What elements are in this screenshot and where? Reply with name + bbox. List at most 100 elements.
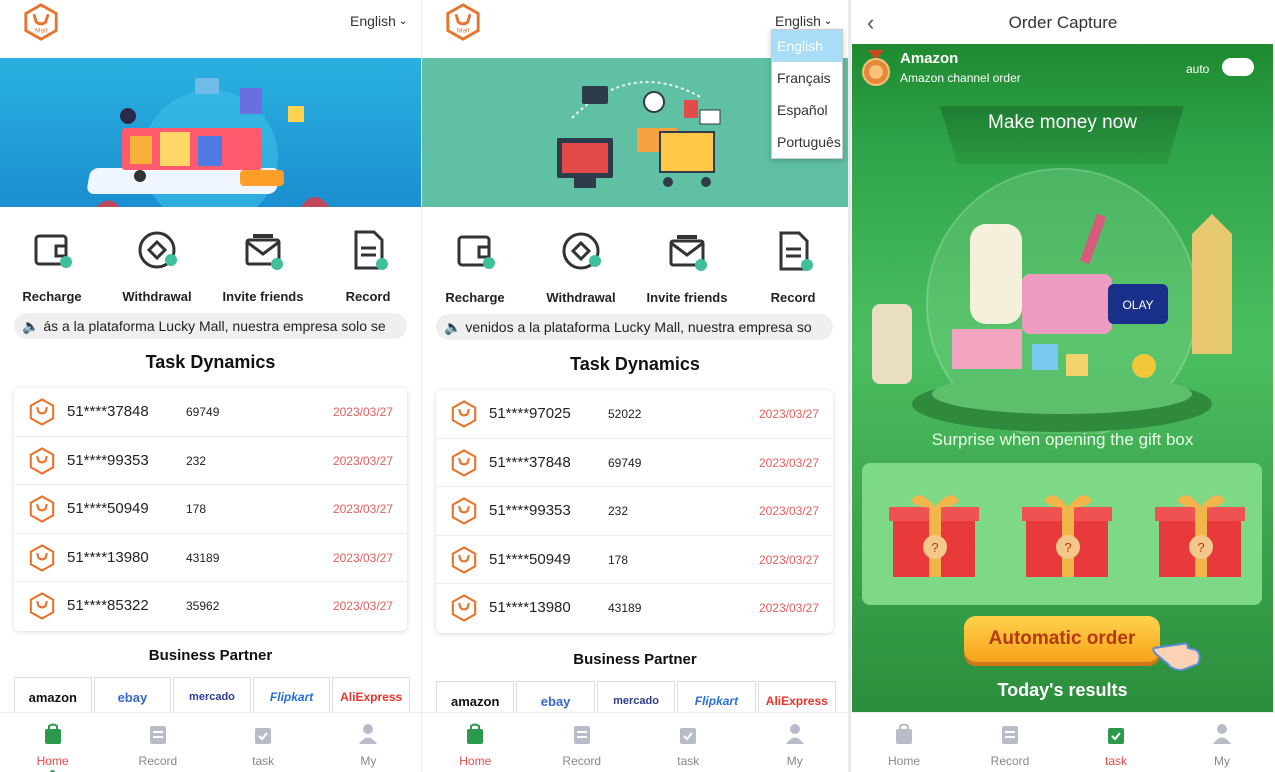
- language-option-french[interactable]: Français: [772, 62, 842, 94]
- tab-label: My: [1214, 754, 1230, 768]
- tab-record[interactable]: Record: [105, 713, 210, 772]
- lucky-mall-logo: Mall: [446, 3, 480, 41]
- svg-text:?: ?: [1064, 540, 1071, 555]
- business-partner-title: Business Partner: [148, 647, 273, 664]
- svg-text:Mall: Mall: [35, 27, 48, 34]
- task-amount: 43189: [186, 550, 220, 565]
- tab-task[interactable]: task: [211, 713, 316, 772]
- invite-friends-button[interactable]: Invite friends: [213, 228, 313, 304]
- withdrawal-button[interactable]: Withdrawal: [531, 229, 631, 305]
- tab-label: My: [360, 754, 377, 768]
- tab-home[interactable]: Home: [0, 713, 105, 772]
- marquee-text: ás a la plataforma Lucky Mall, nuestra e…: [43, 318, 386, 334]
- screen-home-1: Mall English ⌄ Recharge Withdrawal Invit…: [0, 0, 421, 772]
- tab-task[interactable]: task: [1063, 713, 1169, 772]
- home-bag-icon: [467, 723, 484, 744]
- task-check-icon: [1108, 728, 1124, 744]
- lucky-mall-logo: [451, 448, 477, 477]
- svg-text:?: ?: [1197, 540, 1204, 555]
- action-label: Record: [345, 289, 391, 304]
- chevron-down-icon: ⌄: [398, 15, 408, 27]
- nav-bar: ‹ Order Capture: [851, 0, 1275, 44]
- task-amount: 178: [186, 502, 207, 517]
- recharge-button[interactable]: Recharge: [425, 229, 525, 305]
- screen-order-capture: ‹ Order Capture Amazon Amazon channel or…: [851, 0, 1275, 772]
- tab-record[interactable]: Record: [529, 713, 636, 772]
- lucky-mall-logo: [29, 398, 55, 426]
- auto-toggle[interactable]: [1222, 58, 1254, 76]
- task-date: 2023/03/27: [332, 405, 393, 419]
- tab-label: Home: [36, 754, 69, 768]
- wallet-icon: [34, 234, 72, 268]
- task-amount: 232: [608, 504, 629, 519]
- language-option-portuguese[interactable]: Português: [772, 126, 842, 158]
- channel-subtitle: Amazon channel order: [900, 71, 1021, 85]
- lucky-mall-logo: [29, 446, 55, 475]
- tab-my[interactable]: My: [1169, 713, 1275, 772]
- gift-globe-illustration: OLAY: [872, 168, 1232, 434]
- table-row: 51****37848 69749 2023/03/27: [436, 439, 833, 488]
- announcement-marquee: 🔈 ás a la plataforma Lucky Mall, nuestra…: [14, 313, 407, 339]
- quick-actions: Recharge Withdrawal Invite friends Recor…: [0, 228, 421, 308]
- tab-home[interactable]: Home: [422, 713, 529, 772]
- tab-record[interactable]: Record: [957, 713, 1063, 772]
- gift-box-icon[interactable]: ?: [1022, 487, 1112, 579]
- lucky-mall-logo: [451, 497, 477, 525]
- home-bag-icon: [44, 723, 61, 744]
- lucky-mall-logo: [29, 495, 55, 523]
- partner-aliexpress[interactable]: AliExpress: [332, 677, 410, 717]
- gift-box-icon[interactable]: ?: [1155, 487, 1245, 579]
- partner-flipkart[interactable]: Flipkart: [252, 677, 331, 717]
- quick-actions: Recharge Withdrawal Invite friends Recor…: [422, 229, 848, 309]
- tab-label: Record: [990, 754, 1030, 768]
- withdraw-icon: [562, 232, 601, 270]
- language-option-english[interactable]: English: [772, 30, 842, 62]
- task-user-id: 51****99353: [489, 502, 571, 520]
- record-button[interactable]: Record: [743, 229, 843, 305]
- task-dynamics-title: Task Dynamics: [145, 352, 276, 372]
- tab-label: Home: [459, 754, 492, 768]
- language-selector[interactable]: English ⌄: [350, 13, 407, 29]
- tab-my[interactable]: My: [742, 713, 849, 772]
- task-amount: 52022: [608, 407, 642, 421]
- action-label: Record: [770, 290, 816, 305]
- task-amount: 232: [186, 453, 207, 468]
- home-bag-icon: [896, 723, 912, 744]
- partner-ebay[interactable]: ebay: [93, 677, 172, 717]
- bottom-tab-bar: Home Record task My: [0, 712, 421, 772]
- bottom-tab-bar: Home Record task My: [422, 712, 848, 772]
- partner-mercado[interactable]: mercado: [173, 677, 251, 717]
- tab-task[interactable]: task: [635, 713, 742, 772]
- invite-friends-button[interactable]: Invite friends: [637, 229, 737, 305]
- partner-amazon[interactable]: amazon: [14, 677, 92, 717]
- action-label: Invite friends: [646, 290, 728, 305]
- task-date: 2023/03/27: [758, 552, 819, 567]
- language-label: English: [775, 13, 821, 29]
- withdraw-icon: [138, 231, 177, 269]
- action-label: Withdrawal: [546, 290, 616, 305]
- task-amount: 35962: [186, 599, 220, 614]
- promo-banner[interactable]: [0, 58, 421, 207]
- record-button[interactable]: Record: [318, 228, 418, 304]
- svg-text:OLAY: OLAY: [1122, 298, 1153, 312]
- recharge-button[interactable]: Recharge: [2, 228, 102, 304]
- table-row: 51****13980 43189 2023/03/27: [436, 584, 833, 633]
- tab-my[interactable]: My: [316, 713, 421, 772]
- user-icon: [1213, 724, 1231, 744]
- language-option-spanish[interactable]: Español: [772, 94, 842, 126]
- language-dropdown: English Français Español Português: [771, 29, 843, 159]
- wallet-icon: [457, 235, 495, 269]
- document-icon: [354, 230, 388, 270]
- task-user-id: 51****37848: [67, 403, 149, 420]
- withdrawal-button[interactable]: Withdrawal: [107, 228, 207, 304]
- language-label: English: [350, 13, 396, 29]
- lucky-mall-logo: [29, 592, 55, 621]
- document-icon: [779, 231, 813, 271]
- tab-home[interactable]: Home: [851, 713, 957, 772]
- gift-box-icon[interactable]: ?: [889, 487, 979, 579]
- language-selector[interactable]: English ⌄: [775, 13, 832, 29]
- automatic-order-button[interactable]: Automatic order: [964, 616, 1160, 662]
- task-date: 2023/03/27: [758, 601, 819, 616]
- tab-label: Record: [138, 754, 178, 768]
- tab-label: task: [252, 754, 275, 768]
